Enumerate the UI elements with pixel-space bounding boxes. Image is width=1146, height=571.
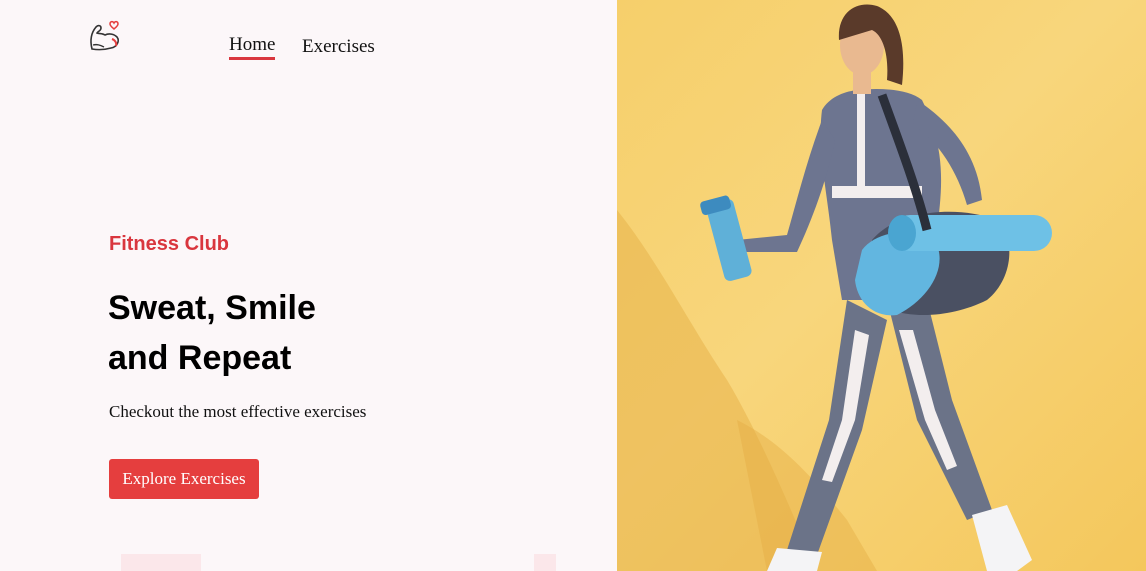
top-nav: Home Exercises [0, 0, 617, 90]
hero-subtitle: Checkout the most effective exercises [109, 402, 367, 421]
explore-exercises-button[interactable]: Explore Exercises [109, 459, 259, 499]
hero-headline: Sweat, Smile and Repeat [108, 283, 468, 383]
nav-home-link[interactable]: Home [229, 34, 276, 60]
logo-flexed-arm-heart-icon[interactable] [84, 17, 124, 57]
nav-exercises-link[interactable]: Exercises [302, 36, 375, 58]
decorative-block [121, 554, 201, 571]
hero-headline-line1: Sweat, Smile [108, 289, 316, 327]
hero-eyebrow: Fitness Club [109, 233, 230, 255]
hero-headline-line2: and Repeat [108, 339, 292, 377]
decorative-block [534, 554, 556, 571]
hero-image-woman-walking-icon [617, 0, 1146, 571]
